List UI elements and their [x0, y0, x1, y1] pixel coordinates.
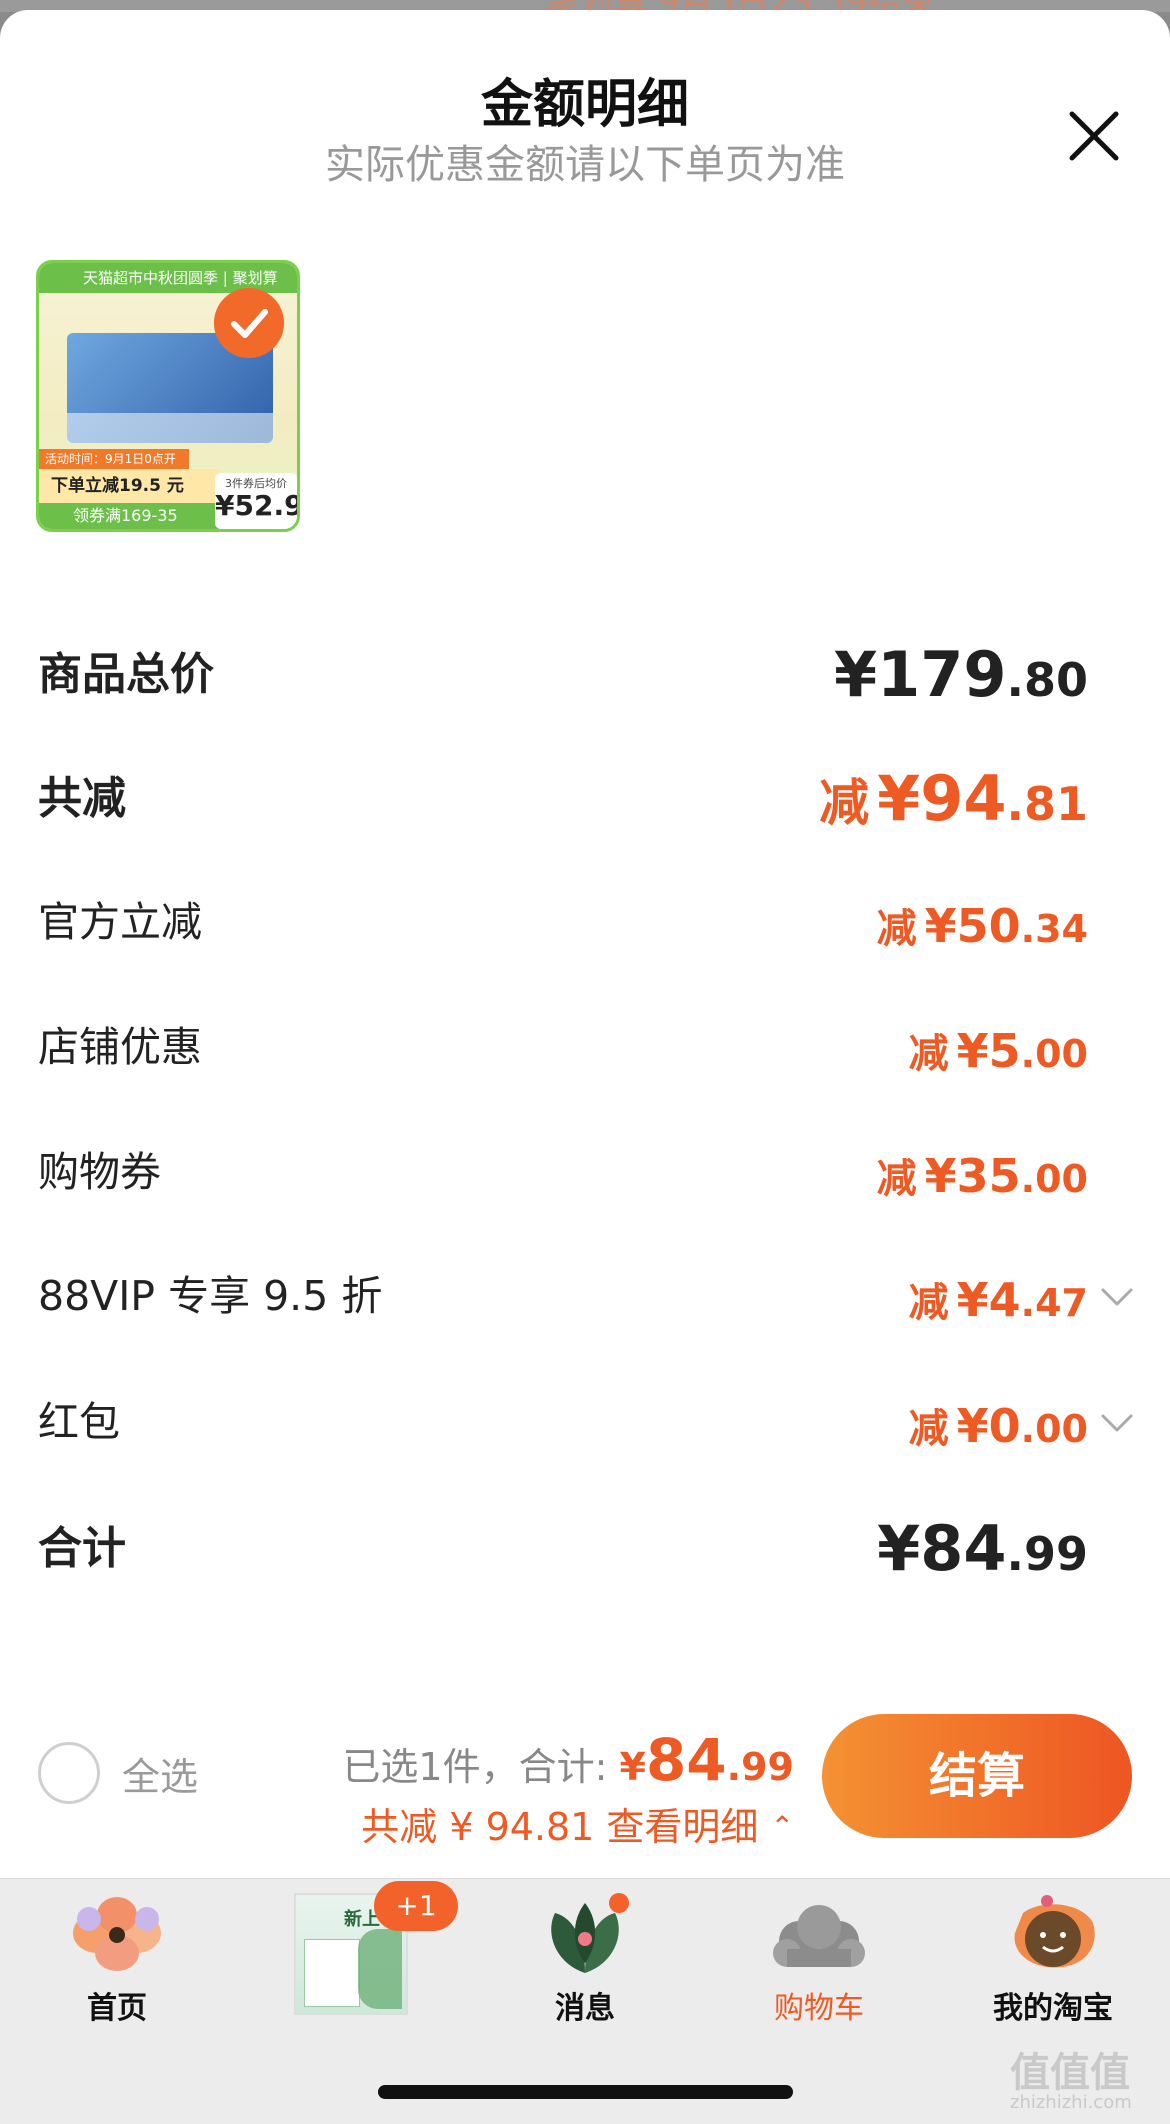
- amount-row-label: 合计: [38, 1523, 126, 1574]
- amount-row: 合计 ¥84.99: [38, 1512, 1088, 1585]
- amount-row-value: 减 ¥5.00: [909, 1021, 1088, 1079]
- home-indicator[interactable]: [378, 2085, 793, 2099]
- amount-row: 官方立减 减 ¥50.34: [38, 888, 1088, 953]
- chevron-down-icon[interactable]: [1100, 1286, 1134, 1308]
- view-detail-link[interactable]: 共减 ¥ 94.81 查看明细 ⌃: [342, 1796, 794, 1851]
- price-integer: ¥5: [956, 1024, 1021, 1078]
- amount-row[interactable]: 88VIP 专享 9.5 折 减 ¥4.47: [38, 1262, 1088, 1327]
- amount-row-label: 店铺优惠: [38, 1023, 202, 1071]
- amount-detail-sheet: 金额明细 实际优惠金额请以下单页为准 天猫超市中秋团圆季 | 聚划算 活动时间：…: [0, 10, 1170, 1880]
- avatar-icon: [1014, 1895, 1095, 1968]
- price-decimal: .99: [1006, 1527, 1089, 1581]
- price-decimal: .80: [1006, 653, 1089, 707]
- amount-row: 商品总价 ¥179.80: [38, 638, 1088, 711]
- tab-label: 购物车: [774, 1991, 864, 2026]
- total-dec: .99: [726, 1745, 794, 1789]
- cart-summary: 已选1件，合计: ¥84.99 共减 ¥ 94.81 查看明细 ⌃: [342, 1726, 794, 1851]
- discount-prefix: 减: [876, 906, 917, 952]
- amount-row-value: 减 ¥94.81: [819, 762, 1088, 835]
- thumb-presale: 活动时间：9月1日0点开抢!: [39, 449, 189, 486]
- tab-label: 我的淘宝: [993, 1991, 1113, 2026]
- flower-icon: [73, 1897, 161, 1971]
- price-decimal: .81: [1006, 777, 1089, 831]
- amount-row: 共减 减 ¥94.81: [38, 762, 1088, 835]
- total-amount: ¥84.99: [619, 1726, 795, 1794]
- chevron-up-icon: ⌃: [770, 1810, 794, 1843]
- amount-row-value: ¥84.99: [877, 1512, 1088, 1585]
- tab-my-taobao[interactable]: 我的淘宝: [936, 1879, 1170, 2029]
- watermark: 值值值: [1010, 2050, 1130, 2096]
- price-integer: ¥50: [924, 899, 1021, 953]
- price-decimal: .00: [1020, 1157, 1088, 1201]
- sheet-title: 金额明细: [480, 75, 689, 135]
- price-integer: ¥0: [956, 1399, 1021, 1453]
- discount-prefix: 减: [819, 774, 870, 832]
- amount-row: 购物券 减 ¥35.00: [38, 1138, 1088, 1203]
- thumb-discount: 下单立减19.5 元: [39, 469, 219, 503]
- saving-text: 共减 ¥ 94.81 查看明细: [361, 1805, 759, 1849]
- cart-footer: 全选 已选1件，合计: ¥84.99 共减 ¥ 94.81 查看明细 ⌃ 结算: [0, 1700, 1170, 1880]
- thumb-coupon: 领券满169-35: [39, 503, 219, 529]
- price-decimal: .47: [1020, 1281, 1088, 1325]
- amount-row-value: 减 ¥50.34: [877, 896, 1088, 954]
- chevron-down-icon[interactable]: [1100, 1412, 1134, 1434]
- thumb-price: ¥52.9: [215, 489, 300, 522]
- amount-row-label: 商品总价: [38, 649, 214, 700]
- tab-promo[interactable]: 新上 +1: [234, 1879, 468, 2029]
- amount-row-value: 减 ¥0.00: [909, 1396, 1088, 1454]
- discount-prefix: 减: [908, 1280, 949, 1326]
- discount-prefix: 减: [908, 1406, 949, 1452]
- cart-cloud-icon: [773, 1905, 865, 1967]
- amount-row-value: 减 ¥35.00: [877, 1146, 1088, 1204]
- price-decimal: .00: [1020, 1407, 1088, 1451]
- close-icon[interactable]: [1068, 110, 1120, 162]
- amount-row-label: 88VIP 专享 9.5 折: [38, 1272, 383, 1320]
- amount-row-value: ¥179.80: [834, 638, 1088, 711]
- sheet-subtitle: 实际优惠金额请以下单页为准: [325, 142, 845, 188]
- tab-messages[interactable]: 消息: [468, 1879, 702, 2029]
- amount-row[interactable]: 红包 减 ¥0.00: [38, 1388, 1088, 1453]
- total-currency: ¥: [619, 1745, 646, 1789]
- amount-row-label: 购物券: [38, 1148, 161, 1196]
- price-integer: ¥84: [877, 1512, 1007, 1585]
- price-decimal: .00: [1020, 1032, 1088, 1076]
- thumb-price-box: 3件券后均价 ¥52.9: [215, 473, 297, 529]
- promo-leaves: [358, 1929, 402, 2009]
- tab-home[interactable]: 首页: [0, 1879, 234, 2029]
- discount-prefix: 减: [908, 1031, 949, 1077]
- price-integer: ¥4: [956, 1273, 1021, 1327]
- selected-text: 已选1件，合计:: [342, 1745, 608, 1789]
- amount-row-value: 减 ¥4.47: [909, 1270, 1088, 1328]
- watermark-url: zhizhizhi.com: [1010, 2092, 1132, 2113]
- summary-line: 已选1件，合计: ¥84.99: [342, 1726, 794, 1794]
- tab-cart[interactable]: 购物车: [702, 1879, 936, 2029]
- leaf-message-icon: [551, 1893, 629, 1973]
- discount-prefix: 减: [876, 1156, 917, 1202]
- promo-badge: +1: [374, 1881, 458, 1931]
- price-decimal: .34: [1020, 907, 1088, 951]
- amount-row-label: 红包: [38, 1398, 120, 1446]
- total-int: 84: [645, 1726, 727, 1794]
- price-integer: ¥35: [924, 1149, 1021, 1203]
- tab-label: 首页: [87, 1991, 147, 2026]
- select-all-label[interactable]: 全选: [122, 1746, 198, 1801]
- checkmark-icon: [214, 288, 284, 358]
- select-all-radio[interactable]: [38, 1742, 100, 1804]
- tab-label: 消息: [555, 1991, 615, 2026]
- checkout-button[interactable]: 结算: [822, 1714, 1132, 1838]
- amount-row-label: 官方立减: [38, 898, 202, 946]
- promo-product: [304, 1939, 360, 2007]
- amount-row: 店铺优惠 减 ¥5.00: [38, 1013, 1088, 1078]
- price-integer: ¥179: [833, 638, 1007, 711]
- amount-row-label: 共减: [38, 773, 126, 824]
- price-integer: ¥94: [877, 762, 1007, 835]
